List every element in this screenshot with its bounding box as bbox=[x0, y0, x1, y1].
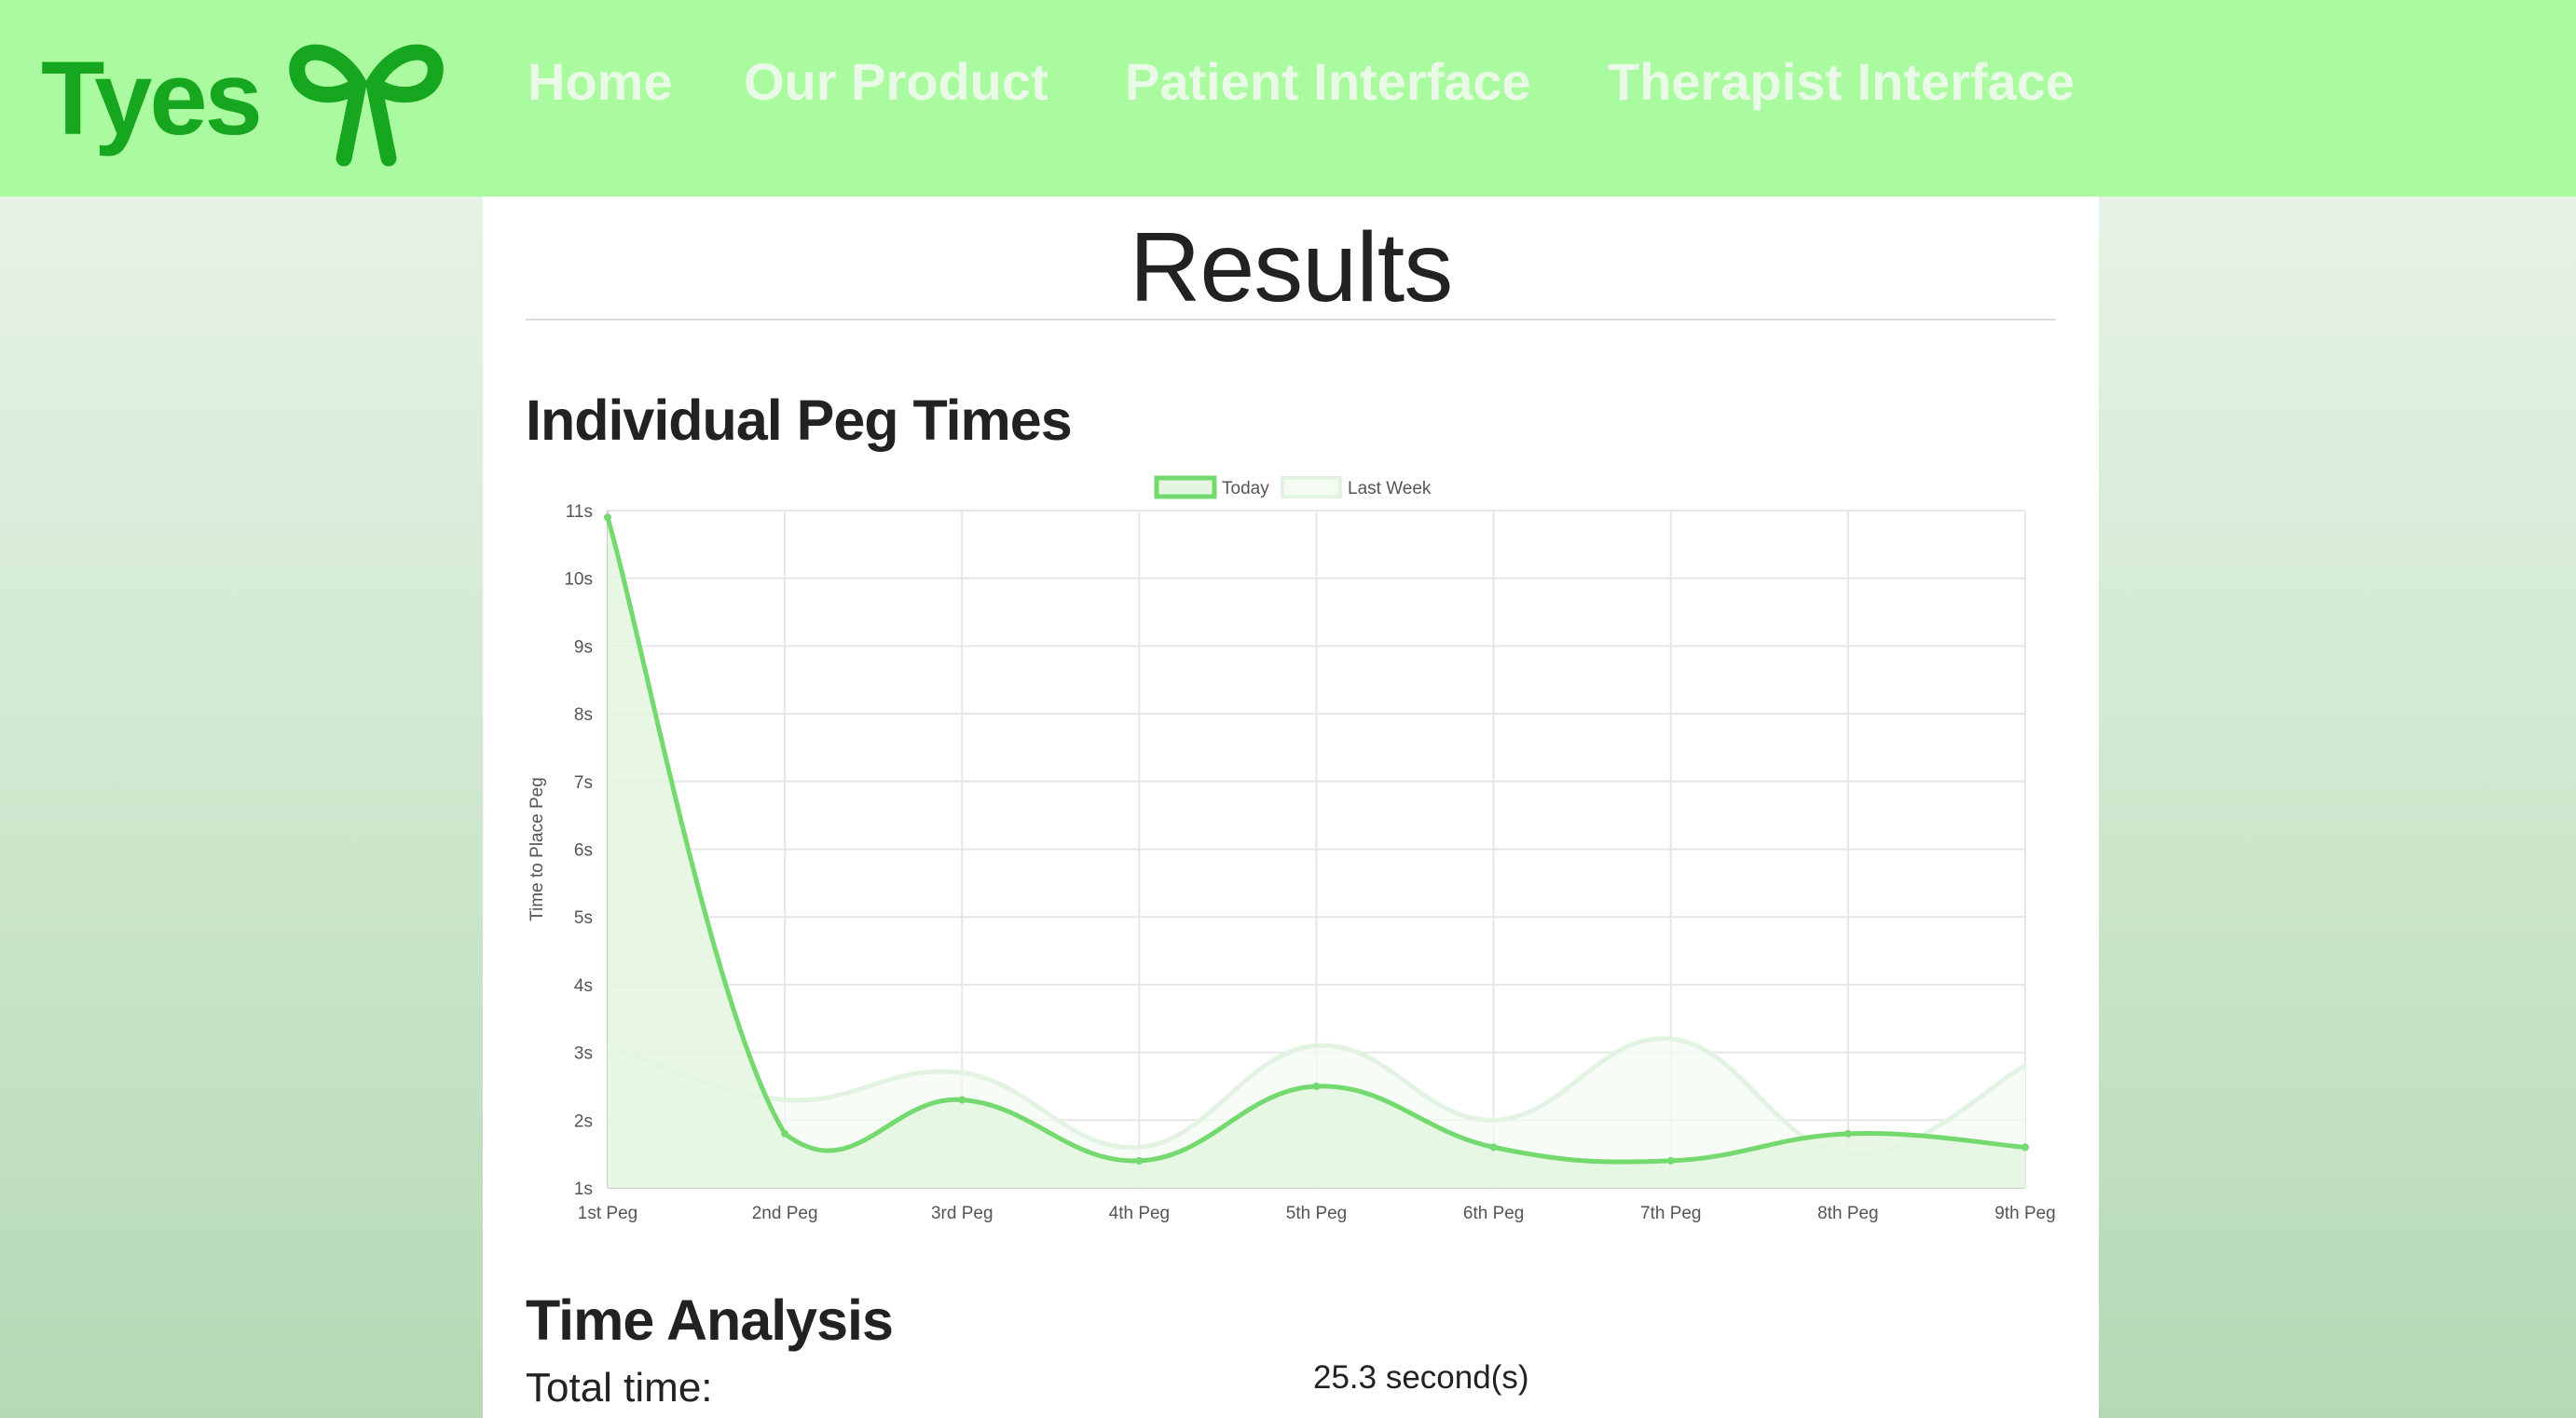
x-tick-label: 8th Peg bbox=[1817, 1204, 1879, 1223]
legend-label: Today bbox=[1222, 479, 1269, 498]
page-title: Results bbox=[1129, 212, 1453, 322]
brand-home-link[interactable]: Tyes bbox=[41, 19, 446, 177]
x-tick-label: 9th Peg bbox=[1994, 1204, 2056, 1223]
x-tick-label: 7th Peg bbox=[1640, 1204, 1702, 1223]
total-time-label: Total time: bbox=[526, 1365, 713, 1411]
x-tick-label: 5th Peg bbox=[1286, 1204, 1348, 1223]
y-tick-label: 2s bbox=[574, 1111, 593, 1131]
total-time-value: 25.3 second(s) bbox=[1313, 1359, 1529, 1396]
y-tick-label: 11s bbox=[566, 502, 593, 522]
y-axis-title: Time to Place Peg bbox=[528, 777, 547, 921]
nav-link-therapist-interface[interactable]: Therapist Interface bbox=[1608, 51, 2075, 112]
data-point-today bbox=[1135, 1156, 1144, 1165]
legend-swatch bbox=[1154, 475, 1217, 499]
peg-times-chart: 1s 2s 3s 4s 5s 6s 7s 8s 9s 10s 11s 1st Peg 2nd Peg 3r… bbox=[528, 475, 2056, 1223]
brand-name: Tyes bbox=[41, 39, 263, 157]
y-tick-label: 9s bbox=[574, 637, 593, 657]
data-point-today bbox=[781, 1129, 789, 1138]
nav-link-patient-interface[interactable]: Patient Interface bbox=[1125, 51, 1531, 112]
y-tick-label: 1s bbox=[574, 1179, 593, 1199]
ribbon-logo-icon bbox=[289, 44, 444, 167]
time-analysis-heading: Time Analysis bbox=[526, 1288, 894, 1352]
data-point-today bbox=[1666, 1156, 1675, 1165]
title-divider bbox=[526, 319, 2056, 320]
y-tick-label: 6s bbox=[574, 841, 593, 861]
x-tick-label: 1st Peg bbox=[578, 1204, 637, 1223]
data-point-today bbox=[2021, 1143, 2029, 1152]
data-point-today bbox=[604, 513, 611, 522]
y-tick-label: 10s bbox=[564, 570, 593, 590]
y-tick-label: 8s bbox=[574, 705, 593, 725]
nav-link-our-product[interactable]: Our Product bbox=[744, 51, 1048, 112]
y-tick-label: 7s bbox=[574, 773, 593, 793]
y-tick-label: 5s bbox=[574, 908, 593, 928]
navbar: Tyes Home Our Product Patient Interface … bbox=[0, 0, 2576, 197]
x-tick-label: 2nd Peg bbox=[752, 1204, 818, 1223]
nav-link-home[interactable]: Home bbox=[528, 51, 673, 112]
data-point-today bbox=[1843, 1129, 1852, 1138]
x-tick-label: 6th Peg bbox=[1463, 1204, 1525, 1223]
legend-swatch bbox=[1281, 476, 1342, 498]
y-tick-label: 3s bbox=[574, 1044, 593, 1064]
y-tick-label: 4s bbox=[574, 976, 593, 996]
data-point-today bbox=[1489, 1143, 1498, 1152]
legend-label: Last Week bbox=[1348, 479, 1432, 498]
data-point-today bbox=[1312, 1082, 1321, 1090]
x-tick-label: 3rd Peg bbox=[931, 1204, 993, 1223]
x-tick-label: 4th Peg bbox=[1109, 1204, 1171, 1223]
chart-heading: Individual Peg Times bbox=[526, 389, 1073, 452]
data-point-today bbox=[958, 1096, 966, 1104]
